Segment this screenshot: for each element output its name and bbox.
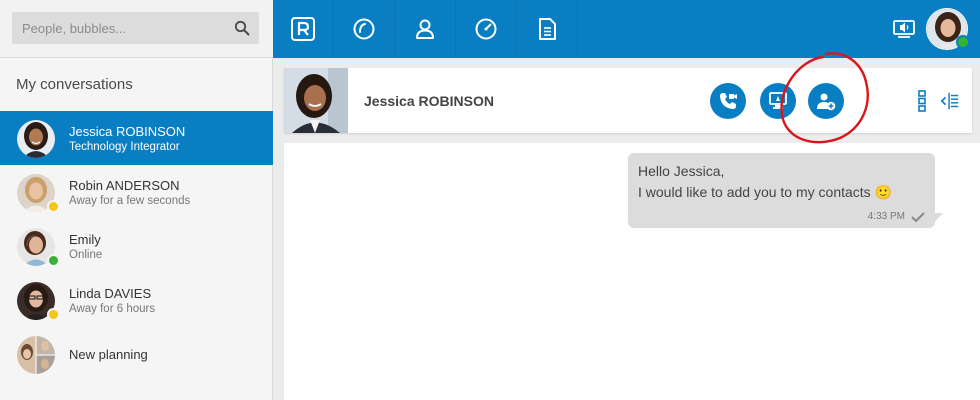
add-contact-button[interactable] — [808, 83, 844, 119]
top-navigation-bar — [273, 0, 980, 58]
message-bubble[interactable]: Hello Jessica, I would like to add you t… — [628, 153, 935, 228]
conversation-item-jessica-robinson[interactable]: Jessica ROBINSON Technology Integrator — [0, 111, 273, 165]
add-contact-icon — [817, 93, 836, 111]
smiley-emoji-icon: 🙂 — [874, 184, 893, 200]
avatar — [17, 120, 55, 158]
search-icon[interactable] — [234, 20, 250, 36]
conversation-name: Linda DAVIES — [69, 286, 152, 301]
away-status-icon — [47, 308, 60, 321]
conversation-name: Jessica ROBINSON — [69, 124, 186, 139]
contacts-icon — [416, 19, 434, 39]
files-icon — [539, 18, 556, 40]
audio-video-call-button[interactable] — [710, 83, 746, 119]
recent-button[interactable] — [334, 0, 395, 58]
more-options-icon[interactable] — [912, 90, 932, 112]
share-screen-button[interactable] — [760, 83, 796, 119]
message-time: 4:33 PM — [867, 211, 905, 222]
conversation-name: Emily — [69, 232, 101, 247]
message-text: I would like to add you to my contacts — [638, 184, 871, 200]
search-input[interactable] — [12, 12, 222, 44]
bubble-avatar — [17, 336, 55, 374]
conversation-list: Jessica ROBINSON Technology Integrator R… — [0, 111, 273, 381]
message-line: Hello Jessica, — [638, 163, 725, 179]
conversation-subtitle: Away for a few seconds — [69, 195, 191, 207]
share-screen-icon — [769, 92, 787, 109]
message-line: I would like to add you to my contacts 🙂 — [638, 182, 925, 203]
conversation-subtitle: Technology Integrator — [69, 141, 180, 153]
search-bar — [0, 0, 273, 58]
chat-area: Hello Jessica, I would like to add you t… — [284, 143, 980, 400]
dashboard-button[interactable] — [456, 0, 517, 58]
message-meta: 4:33 PM — [868, 211, 925, 222]
contacts-button[interactable] — [395, 0, 456, 58]
contact-photo[interactable] — [284, 68, 348, 133]
search-box[interactable] — [12, 12, 259, 44]
conversation-item-robin-anderson[interactable]: Robin ANDERSON Away for a few seconds — [0, 165, 273, 219]
recent-icon — [353, 18, 375, 40]
conversation-item-emily[interactable]: Emily Online — [0, 219, 273, 273]
conversation-name: Robin ANDERSON — [69, 178, 180, 193]
contact-name: Jessica ROBINSON — [364, 93, 494, 109]
conversation-name: New planning — [69, 347, 148, 362]
conversations-heading: My conversations — [16, 76, 133, 93]
away-status-icon — [47, 200, 60, 213]
sidebar: My conversations Jessica ROBINSON Techno… — [0, 0, 273, 400]
dashboard-icon — [475, 18, 497, 40]
conversation-item-new-planning[interactable]: New planning — [0, 327, 273, 381]
call-video-icon — [720, 93, 737, 109]
toggle-panel-icon[interactable] — [940, 90, 960, 112]
conversation-item-linda-davies[interactable]: Linda DAVIES Away for 6 hours — [0, 273, 273, 327]
screen-share-icon[interactable] — [893, 19, 915, 39]
conversation-subtitle: Away for 6 hours — [69, 303, 156, 315]
files-button[interactable] — [517, 0, 578, 58]
conversation-header: Jessica ROBINSON — [284, 68, 972, 133]
online-status-icon — [47, 254, 60, 267]
rainbow-logo-icon — [291, 17, 315, 41]
checkmark-icon — [911, 211, 925, 222]
online-status-icon — [956, 35, 970, 49]
conversation-subtitle: Online — [69, 249, 103, 261]
rainbow-logo-button[interactable] — [273, 0, 334, 58]
